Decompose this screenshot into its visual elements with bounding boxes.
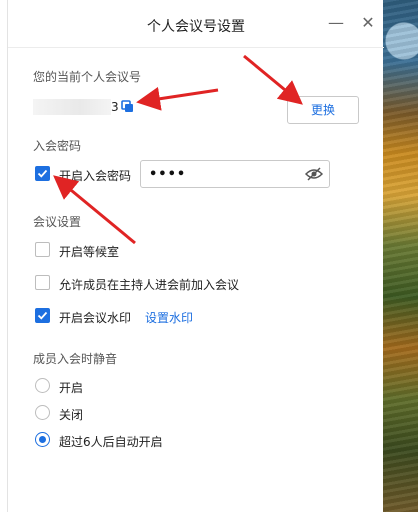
mute-on-join-label: 成员入会时静音 [33, 352, 118, 366]
mute-option-on-radio[interactable] [35, 378, 50, 393]
enable-password-checkbox[interactable] [35, 166, 50, 181]
close-button[interactable]: ✕ [357, 12, 379, 34]
set-watermark-link[interactable]: 设置水印 [145, 309, 193, 326]
password-input[interactable]: •••• [140, 160, 330, 188]
personal-meeting-id-settings-dialog: 个人会议号设置 — ✕ 您的当前个人会议号 3 更换 入会密码 开启入会密码 •… [7, 0, 384, 512]
meeting-settings-label: 会议设置 [33, 215, 82, 229]
change-meeting-number-button[interactable]: 更换 [287, 96, 359, 124]
copy-button[interactable] [121, 100, 135, 114]
minimize-button[interactable]: — [325, 12, 347, 34]
password-section-label: 入会密码 [33, 139, 82, 153]
waiting-room-checkbox[interactable] [35, 242, 50, 257]
meeting-number-blurred [33, 99, 111, 115]
minimize-icon: — [328, 13, 344, 32]
toggle-password-visibility[interactable] [304, 167, 324, 181]
eye-off-icon [304, 167, 324, 181]
password-value: •••• [149, 167, 187, 182]
meeting-number-label: 您的当前个人会议号 [33, 70, 142, 84]
check-icon [37, 311, 48, 320]
check-icon [37, 169, 48, 178]
join-before-host-label: 允许成员在主持人进会前加入会议 [59, 278, 240, 292]
copy-icon [121, 100, 133, 112]
enable-password-label: 开启入会密码 [59, 169, 132, 183]
mute-option-auto-label: 超过6人后自动开启 [59, 435, 163, 449]
title-bar: 个人会议号设置 — ✕ [8, 0, 384, 48]
mute-option-off-label: 关闭 [59, 408, 84, 422]
mute-option-on-label: 开启 [59, 381, 84, 395]
mute-option-auto-radio[interactable] [35, 432, 50, 447]
join-before-host-checkbox[interactable] [35, 275, 50, 290]
meeting-number-visible-digit: 3 [111, 100, 119, 114]
desktop-background [383, 0, 418, 512]
watermark-checkbox[interactable] [35, 308, 50, 323]
close-icon: ✕ [361, 13, 375, 32]
watermark-label: 开启会议水印 [59, 311, 132, 325]
mute-option-off-radio[interactable] [35, 405, 50, 420]
waiting-room-label: 开启等候室 [59, 245, 120, 259]
